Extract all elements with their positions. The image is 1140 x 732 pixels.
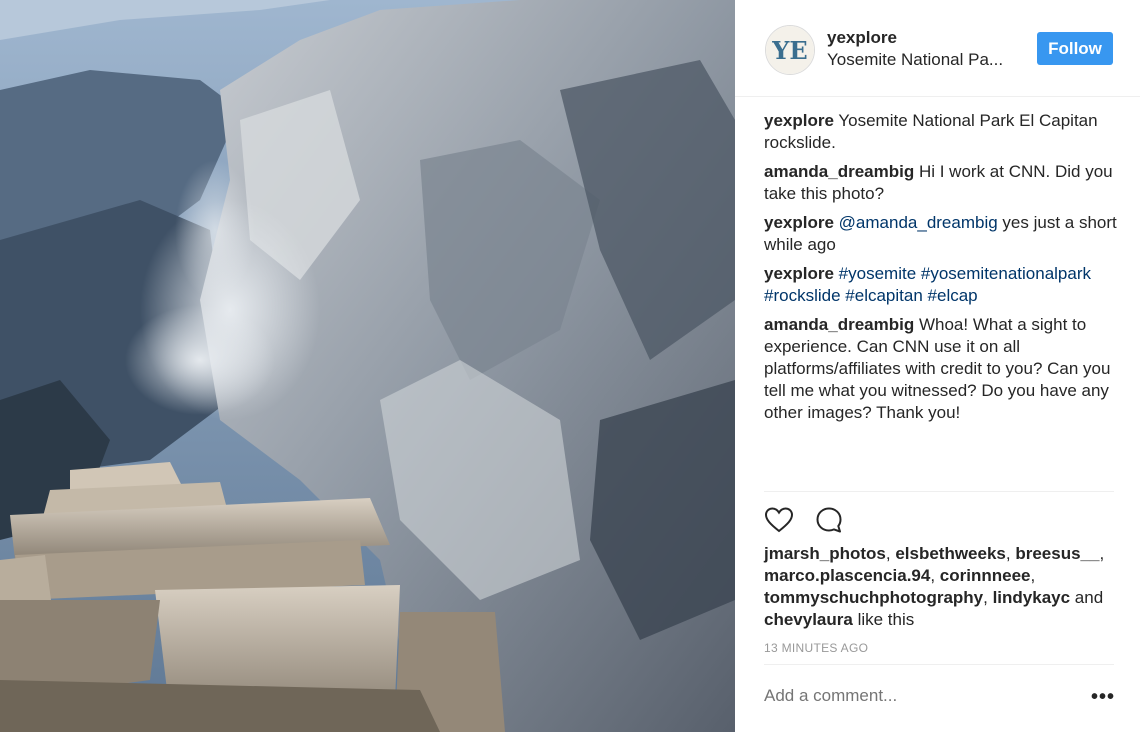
post-sidebar: YE yexplore Yosemite National Pa... Foll…	[735, 0, 1140, 732]
liker-username[interactable]: tommyschuchphotography	[764, 588, 983, 607]
comment-item: amanda_dreambig Hi I work at CNN. Did yo…	[764, 161, 1120, 205]
instagram-post: YE yexplore Yosemite National Pa... Foll…	[0, 0, 1140, 732]
likes-summary: jmarsh_photos, elsbethweeks, breesus__, …	[764, 544, 1105, 629]
more-options-icon[interactable]: •••	[1091, 686, 1115, 709]
hashtag-link[interactable]: #yosemite	[839, 264, 916, 283]
divider	[764, 491, 1114, 492]
comment-username[interactable]: yexplore	[764, 111, 834, 130]
follow-button[interactable]: Follow	[1037, 32, 1113, 65]
header-location[interactable]: Yosemite National Pa...	[827, 50, 1003, 70]
post-photo[interactable]	[0, 0, 735, 732]
post-header: YE yexplore Yosemite National Pa... Foll…	[735, 0, 1140, 97]
comment-icon[interactable]	[814, 505, 844, 535]
liker-username[interactable]: marco.plascencia.94	[764, 566, 930, 585]
liker-username[interactable]: lindykayc	[993, 588, 1071, 607]
comment-caption: yexplore Yosemite National Park El Capit…	[764, 110, 1120, 154]
action-bar	[764, 505, 844, 535]
comment-item: amanda_dreambig Whoa! What a sight to ex…	[764, 314, 1120, 424]
liker-username[interactable]: chevylaura	[764, 610, 853, 629]
hashtag-link[interactable]: #yosemitenationalpark	[921, 264, 1091, 283]
yosemite-rockslide-photo	[0, 0, 735, 732]
avatar-logo-text: YE	[771, 36, 807, 65]
comments-list: yexplore Yosemite National Park El Capit…	[764, 110, 1120, 431]
liker-username[interactable]: jmarsh_photos	[764, 544, 886, 563]
heart-icon[interactable]	[764, 505, 794, 535]
comment-item: yexplore @amanda_dreambig yes just a sho…	[764, 212, 1120, 256]
avatar[interactable]: YE	[765, 25, 815, 75]
likes-suffix: like this	[852, 610, 915, 629]
hashtag-link[interactable]: #elcap	[928, 286, 978, 305]
likes-and-text: and	[1070, 588, 1104, 607]
hashtag-link[interactable]: #elcapitan	[845, 286, 923, 305]
comment-username[interactable]: yexplore	[764, 264, 834, 283]
comment-username[interactable]: amanda_dreambig	[764, 315, 914, 334]
ye-logo-icon: YE	[766, 26, 814, 74]
comment-item: yexplore #yosemite #yosemitenationalpark…	[764, 263, 1120, 307]
liker-username[interactable]: breesus__	[1015, 544, 1099, 563]
comment-username[interactable]: amanda_dreambig	[764, 162, 914, 181]
header-username[interactable]: yexplore	[827, 28, 897, 48]
comment-username[interactable]: yexplore	[764, 213, 834, 232]
comment-mention-link[interactable]: @amanda_dreambig	[839, 213, 998, 232]
post-timestamp[interactable]: 13 MINUTES AGO	[764, 641, 868, 655]
liker-username[interactable]: corinnneee	[940, 566, 1031, 585]
liker-username[interactable]: elsbethweeks	[895, 544, 1006, 563]
divider	[764, 664, 1114, 665]
hashtag-link[interactable]: #rockslide	[764, 286, 841, 305]
add-comment-input[interactable]	[764, 686, 1064, 706]
